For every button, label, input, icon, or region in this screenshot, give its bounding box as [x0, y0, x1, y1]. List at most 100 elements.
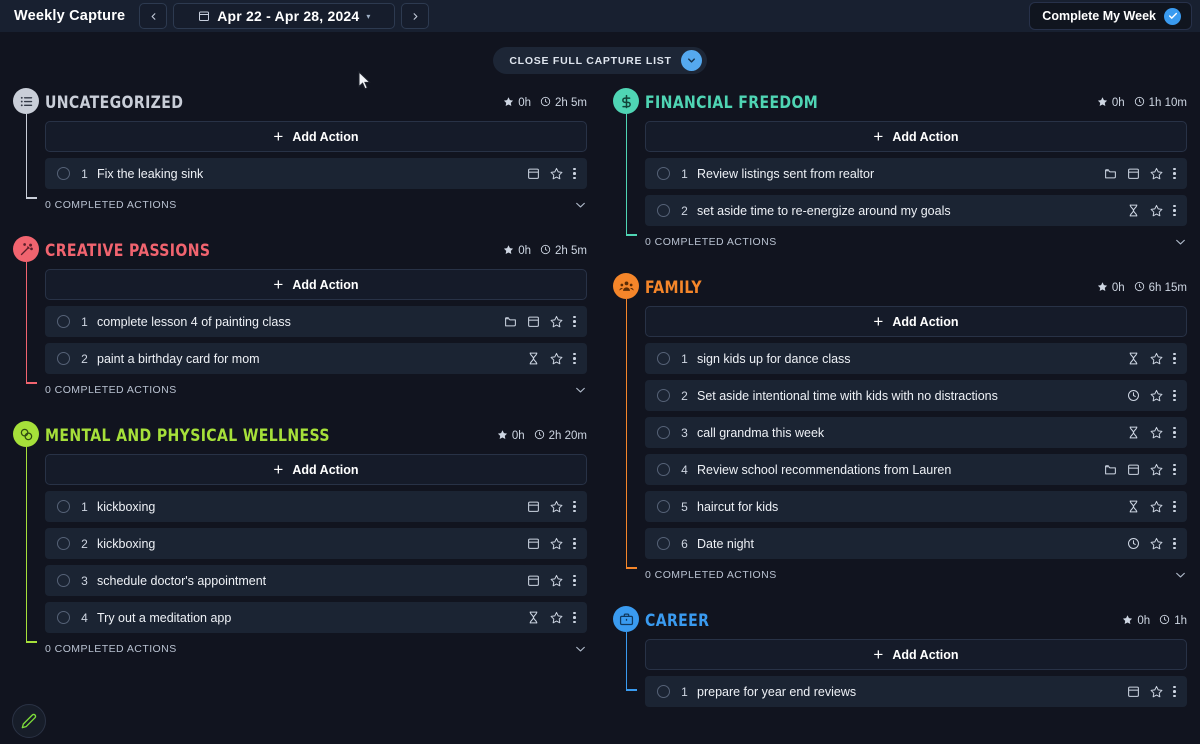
row-menu-icon[interactable]: [1173, 389, 1176, 402]
star-icon[interactable]: [550, 167, 563, 180]
dollar-icon[interactable]: [613, 88, 639, 114]
action-checkbox[interactable]: [57, 611, 70, 624]
row-menu-icon[interactable]: [1173, 685, 1176, 698]
hourglass-icon[interactable]: [527, 611, 540, 624]
row-menu-icon[interactable]: [1173, 463, 1176, 476]
table-row[interactable]: 5 haircut for kids: [645, 491, 1187, 522]
add-action-button[interactable]: + Add Action: [45, 269, 587, 300]
star-icon[interactable]: [1150, 389, 1163, 402]
row-menu-icon[interactable]: [1173, 426, 1176, 439]
star-icon[interactable]: [550, 611, 563, 624]
action-checkbox[interactable]: [657, 167, 670, 180]
chevron-down-icon[interactable]: [1174, 238, 1187, 246]
folder-icon[interactable]: [1104, 463, 1117, 476]
row-menu-icon[interactable]: [1173, 204, 1176, 217]
action-checkbox[interactable]: [657, 500, 670, 513]
star-icon[interactable]: [1150, 463, 1163, 476]
action-checkbox[interactable]: [657, 204, 670, 217]
calendar-icon[interactable]: [1127, 685, 1140, 698]
table-row[interactable]: 4 Try out a meditation app: [45, 602, 587, 633]
star-icon[interactable]: [550, 537, 563, 550]
table-row[interactable]: 2 kickboxing: [45, 528, 587, 559]
hourglass-icon[interactable]: [1127, 204, 1140, 217]
completed-actions-row[interactable]: 0 COMPLETED ACTIONS: [45, 639, 587, 659]
star-icon[interactable]: [1150, 537, 1163, 550]
action-checkbox[interactable]: [57, 574, 70, 587]
star-icon[interactable]: [550, 574, 563, 587]
calendar-icon[interactable]: [527, 537, 540, 550]
table-row[interactable]: 1 Review listings sent from realtor: [645, 158, 1187, 189]
add-action-button[interactable]: + Add Action: [45, 121, 587, 152]
calendar-icon[interactable]: [527, 574, 540, 587]
action-checkbox[interactable]: [657, 685, 670, 698]
action-checkbox[interactable]: [57, 315, 70, 328]
action-checkbox[interactable]: [657, 352, 670, 365]
calendar-icon[interactable]: [527, 167, 540, 180]
action-checkbox[interactable]: [57, 537, 70, 550]
next-week-button[interactable]: [401, 3, 430, 29]
magic-wand-icon[interactable]: [13, 236, 39, 262]
row-menu-icon[interactable]: [573, 352, 576, 365]
chevron-down-icon[interactable]: [574, 386, 587, 394]
action-checkbox[interactable]: [57, 167, 70, 180]
table-row[interactable]: 1 prepare for year end reviews: [645, 676, 1187, 707]
action-checkbox[interactable]: [657, 389, 670, 402]
row-menu-icon[interactable]: [573, 611, 576, 624]
complete-my-week-button[interactable]: Complete My Week: [1029, 2, 1192, 30]
quick-capture-button[interactable]: [12, 704, 46, 738]
row-menu-icon[interactable]: [573, 167, 576, 180]
close-full-capture-list-button[interactable]: CLOSE FULL CAPTURE LIST: [493, 47, 707, 74]
star-icon[interactable]: [1150, 352, 1163, 365]
hourglass-icon[interactable]: [1127, 500, 1140, 513]
table-row[interactable]: 3 schedule doctor's appointment: [45, 565, 587, 596]
star-icon[interactable]: [550, 315, 563, 328]
action-checkbox[interactable]: [657, 463, 670, 476]
add-action-button[interactable]: + Add Action: [645, 121, 1187, 152]
star-icon[interactable]: [550, 500, 563, 513]
table-row[interactable]: 6 Date night: [645, 528, 1187, 559]
completed-actions-row[interactable]: 0 COMPLETED ACTIONS: [45, 195, 587, 215]
prev-week-button[interactable]: [139, 3, 168, 29]
table-row[interactable]: 2 set aside time to re-energize around my…: [645, 195, 1187, 226]
people-icon[interactable]: [613, 273, 639, 299]
calendar-icon[interactable]: [1127, 167, 1140, 180]
table-row[interactable]: 1 kickboxing: [45, 491, 587, 522]
chevron-down-icon[interactable]: [1174, 571, 1187, 579]
star-icon[interactable]: [550, 352, 563, 365]
star-icon[interactable]: [1150, 685, 1163, 698]
action-checkbox[interactable]: [657, 426, 670, 439]
action-checkbox[interactable]: [57, 500, 70, 513]
row-menu-icon[interactable]: [1173, 500, 1176, 513]
row-menu-icon[interactable]: [1173, 537, 1176, 550]
clock-icon[interactable]: [1127, 537, 1140, 550]
add-action-button[interactable]: + Add Action: [45, 454, 587, 485]
action-checkbox[interactable]: [657, 537, 670, 550]
table-row[interactable]: 2 paint a birthday card for mom: [45, 343, 587, 374]
clock-icon[interactable]: [1127, 389, 1140, 402]
hourglass-icon[interactable]: [1127, 426, 1140, 439]
calendar-icon[interactable]: [527, 500, 540, 513]
row-menu-icon[interactable]: [1173, 167, 1176, 180]
row-menu-icon[interactable]: [573, 500, 576, 513]
chevron-down-icon[interactable]: [574, 201, 587, 209]
calendar-icon[interactable]: [1127, 463, 1140, 476]
star-icon[interactable]: [1150, 167, 1163, 180]
folder-icon[interactable]: [504, 315, 517, 328]
list-icon[interactable]: [13, 88, 39, 114]
table-row[interactable]: 2 Set aside intentional time with kids wi…: [645, 380, 1187, 411]
chevron-down-icon[interactable]: [574, 645, 587, 653]
star-icon[interactable]: [1150, 204, 1163, 217]
completed-actions-row[interactable]: 0 COMPLETED ACTIONS: [645, 565, 1187, 585]
star-icon[interactable]: [1150, 426, 1163, 439]
hourglass-icon[interactable]: [527, 352, 540, 365]
action-checkbox[interactable]: [57, 352, 70, 365]
yin-yang-icon[interactable]: [13, 421, 39, 447]
add-action-button[interactable]: + Add Action: [645, 306, 1187, 337]
date-range-selector[interactable]: Apr 22 - Apr 28, 2024 ▾: [173, 3, 396, 29]
row-menu-icon[interactable]: [573, 537, 576, 550]
table-row[interactable]: 1 Fix the leaking sink: [45, 158, 587, 189]
row-menu-icon[interactable]: [1173, 352, 1176, 365]
row-menu-icon[interactable]: [573, 315, 576, 328]
folder-icon[interactable]: [1104, 167, 1117, 180]
calendar-icon[interactable]: [527, 315, 540, 328]
